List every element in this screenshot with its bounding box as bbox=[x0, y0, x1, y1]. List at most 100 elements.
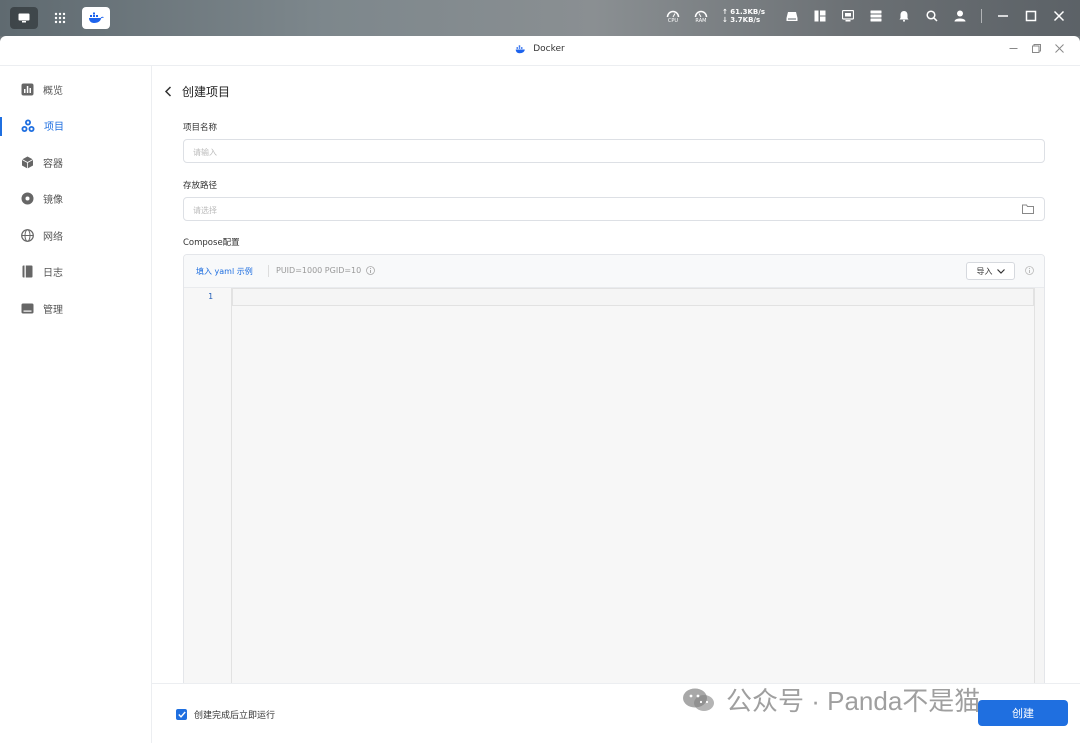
path-placeholder: 请选择 bbox=[193, 206, 217, 215]
network-rate[interactable]: ↑ 61.3KB/s ↓ 3.7KB/s bbox=[722, 8, 765, 24]
docker-icon bbox=[89, 12, 104, 23]
run-after-create-label[interactable]: 创建完成后立即运行 bbox=[194, 708, 275, 721]
server-icon bbox=[870, 10, 882, 22]
main-content: 创建项目 项目名称 请输入 存放路径 请选择 Compose配置 填入 yaml… bbox=[152, 66, 1080, 743]
taskbar-minimize-button[interactable] bbox=[996, 9, 1010, 23]
cpu-label: CPU bbox=[667, 17, 679, 24]
taskbar-maximize-button[interactable] bbox=[1024, 9, 1038, 23]
search-icon bbox=[926, 10, 938, 22]
sidebar-item-label: 网络 bbox=[43, 231, 63, 243]
sidebar-item-manage[interactable]: 管理 bbox=[0, 290, 151, 327]
download-rate: ↓ 3.7KB/s bbox=[721, 16, 761, 24]
server-button[interactable] bbox=[869, 9, 883, 23]
taskbar-close-button[interactable] bbox=[1052, 9, 1066, 23]
sidebar-item-overview[interactable]: 概览 bbox=[0, 71, 151, 108]
sidebar-item-containers[interactable]: 容器 bbox=[0, 144, 151, 181]
bell-icon bbox=[899, 11, 909, 22]
window-minimize-icon[interactable] bbox=[1009, 44, 1018, 53]
compose-editor: 填入 yaml 示例 PUID=1000 PGID=10 导入 1 bbox=[183, 254, 1045, 704]
project-name-placeholder: 请输入 bbox=[193, 148, 217, 157]
show-desktop-button[interactable] bbox=[10, 7, 38, 29]
sidebar-item-network[interactable]: 网络 bbox=[0, 217, 151, 254]
fill-yaml-example-link[interactable]: 填入 yaml 示例 bbox=[196, 266, 253, 277]
monitor-icon bbox=[18, 13, 30, 23]
wechat-icon bbox=[683, 688, 714, 711]
path-label: 存放路径 bbox=[183, 181, 218, 191]
env-hint: PUID=1000 PGID=10 bbox=[276, 266, 362, 275]
toolbar-divider bbox=[268, 265, 269, 277]
window-restore-icon[interactable] bbox=[1032, 44, 1041, 53]
desktop-taskbar: CPU RAM ↑ 61.3KB/s ↓ 3.7KB/s bbox=[0, 0, 1080, 36]
display-icon bbox=[842, 10, 854, 22]
active-code-line[interactable] bbox=[232, 288, 1034, 306]
chart-icon bbox=[21, 83, 34, 96]
docker-icon bbox=[515, 44, 525, 53]
create-button[interactable]: 创建 bbox=[978, 700, 1068, 726]
user-icon bbox=[954, 10, 966, 22]
sidebar-item-label: 日志 bbox=[43, 268, 63, 280]
path-select[interactable]: 请选择 bbox=[183, 197, 1045, 221]
create-button-label: 创建 bbox=[1012, 707, 1034, 720]
chevron-down-icon bbox=[996, 268, 1005, 274]
cpu-gauge[interactable]: CPU bbox=[666, 9, 680, 24]
page-title: 创建项目 bbox=[182, 85, 231, 99]
widgets-icon bbox=[814, 10, 826, 22]
sidebar-item-label: 项目 bbox=[44, 122, 64, 134]
editor-scrollbar[interactable] bbox=[1034, 288, 1044, 703]
project-name-label: 项目名称 bbox=[183, 123, 218, 133]
docker-window: Docker 概览 项目 容器 镜像 网络 日志 管理 创建项目 项目名称 请输… bbox=[0, 36, 1080, 743]
watermark-text: 公众号 · Panda不是猫 bbox=[726, 686, 981, 716]
sidebar-item-projects[interactable]: 项目 bbox=[0, 108, 151, 145]
gauge-icon bbox=[694, 10, 708, 17]
user-button[interactable] bbox=[953, 9, 967, 23]
monitor-button[interactable] bbox=[841, 9, 855, 23]
minimize-icon bbox=[998, 15, 1008, 17]
image-icon bbox=[21, 192, 34, 205]
sidebar-item-label: 镜像 bbox=[43, 195, 63, 207]
sidebar-item-images[interactable]: 镜像 bbox=[0, 181, 151, 218]
editor-toolbar: 填入 yaml 示例 PUID=1000 PGID=10 导入 bbox=[184, 255, 1044, 288]
import-dropdown[interactable]: 导入 bbox=[966, 262, 1015, 280]
upload-rate: ↑ 61.3KB/s bbox=[721, 8, 765, 16]
sidebar-item-label: 概览 bbox=[43, 85, 63, 97]
sidebar-item-label: 容器 bbox=[43, 158, 63, 170]
project-icon bbox=[21, 119, 35, 132]
folder-icon[interactable] bbox=[1022, 204, 1034, 214]
notifications-button[interactable] bbox=[897, 9, 911, 23]
taskbar-divider bbox=[981, 9, 982, 23]
gauge-icon bbox=[666, 10, 680, 17]
ram-label: RAM bbox=[695, 17, 707, 24]
window-close-icon[interactable] bbox=[1055, 44, 1064, 53]
maximize-icon bbox=[1025, 10, 1037, 22]
window-titlebar[interactable]: Docker bbox=[0, 36, 1080, 66]
log-icon bbox=[22, 265, 33, 278]
check-icon bbox=[177, 711, 186, 718]
import-label: 导入 bbox=[976, 266, 993, 276]
info-icon[interactable] bbox=[366, 266, 376, 275]
window-title: Docker bbox=[533, 44, 565, 54]
code-area[interactable]: 1 bbox=[184, 288, 1044, 703]
app-launcher-button[interactable] bbox=[46, 7, 74, 29]
line-number: 1 bbox=[208, 292, 213, 301]
run-after-create-checkbox[interactable] bbox=[176, 709, 187, 720]
docker-taskbar-app[interactable] bbox=[82, 7, 110, 29]
widgets-button[interactable] bbox=[813, 9, 827, 23]
back-chevron-icon[interactable] bbox=[164, 86, 172, 97]
ram-gauge[interactable]: RAM bbox=[694, 9, 708, 24]
compose-label: Compose配置 bbox=[183, 238, 240, 248]
globe-icon bbox=[21, 228, 34, 242]
grid-icon bbox=[54, 12, 66, 24]
sidebar: 概览 项目 容器 镜像 网络 日志 管理 bbox=[0, 66, 152, 743]
close-icon bbox=[1053, 10, 1065, 22]
container-icon bbox=[21, 156, 34, 169]
watermark: 公众号 · Panda不是猫 bbox=[682, 681, 980, 718]
info-icon[interactable] bbox=[1025, 266, 1034, 275]
line-gutter: 1 bbox=[184, 288, 232, 703]
sidebar-item-label: 管理 bbox=[43, 304, 63, 316]
search-button[interactable] bbox=[925, 9, 939, 23]
project-name-input[interactable]: 请输入 bbox=[183, 139, 1045, 163]
storage-button[interactable] bbox=[785, 9, 799, 23]
sidebar-item-logs[interactable]: 日志 bbox=[0, 254, 151, 291]
drive-icon bbox=[786, 11, 798, 21]
manage-icon bbox=[21, 303, 34, 314]
